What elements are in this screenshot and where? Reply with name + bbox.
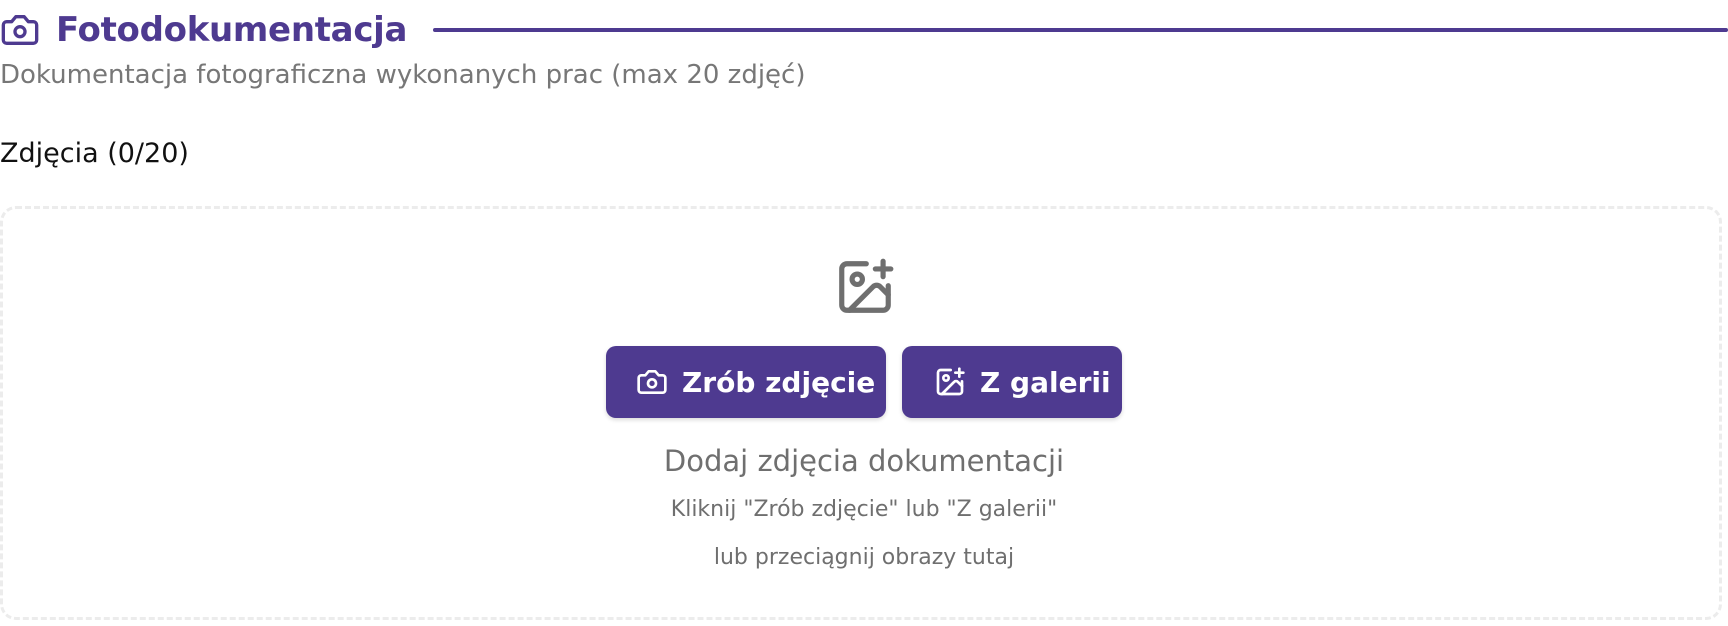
from-gallery-button[interactable]: Z galerii bbox=[902, 346, 1122, 418]
add-image-icon bbox=[834, 256, 896, 318]
camera-icon bbox=[0, 10, 40, 50]
header-divider bbox=[433, 28, 1728, 32]
take-photo-label: Zrób zdjęcie bbox=[682, 365, 876, 399]
section-subtitle: Dokumentacja fotograficzna wykonanych pr… bbox=[0, 60, 806, 90]
from-gallery-label: Z galerii bbox=[980, 365, 1111, 399]
photos-count-label: Zdjęcia (0/20) bbox=[0, 138, 189, 169]
camera-icon bbox=[636, 366, 668, 398]
take-photo-button[interactable]: Zrób zdjęcie bbox=[606, 346, 886, 418]
section-header: Fotodokumentacja bbox=[0, 4, 1728, 56]
dropzone-hint-line2: lub przeciągnij obrazy tutaj bbox=[713, 545, 1015, 570]
dropzone-title: Dodaj zdjęcia dokumentacji bbox=[663, 444, 1065, 478]
dropzone-hint-line1: Kliknij "Zrób zdjęcie" lub "Z galerii" bbox=[670, 497, 1058, 522]
add-image-icon bbox=[934, 366, 966, 398]
section-title: Fotodokumentacja bbox=[56, 10, 408, 50]
